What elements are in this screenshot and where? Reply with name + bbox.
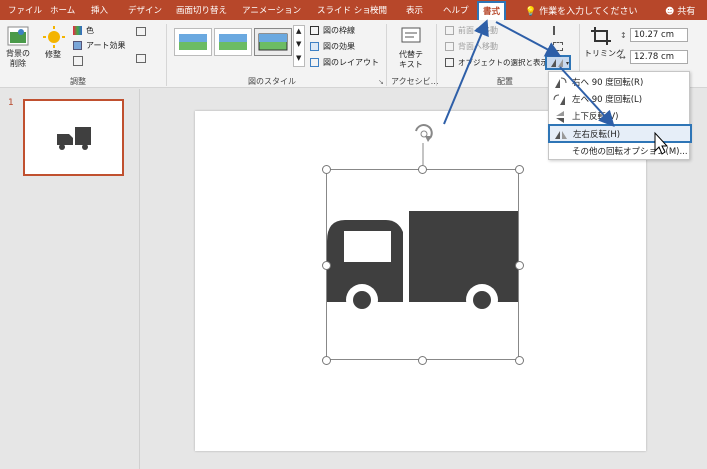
rotate-left-icon xyxy=(553,94,565,105)
resize-handle-s[interactable] xyxy=(418,356,427,365)
resize-handle-nw[interactable] xyxy=(322,165,331,174)
menu-item-label: 右へ 90 度回転(R) xyxy=(572,78,644,88)
resize-handle-se[interactable] xyxy=(515,356,524,365)
selection-frame xyxy=(326,169,519,360)
resize-handle-sw[interactable] xyxy=(322,356,331,365)
resize-handle-w[interactable] xyxy=(322,261,331,270)
resize-handle-ne[interactable] xyxy=(515,165,524,174)
menu-item-flip-horizontal[interactable]: 左右反転(H) xyxy=(548,124,692,143)
rotate-dropdown-menu: 右へ 90 度回転(R) 左へ 90 度回転(L) 上下反転(V) 左右反転(H… xyxy=(548,71,692,161)
rotate-right-icon xyxy=(555,77,567,88)
resize-handle-n[interactable] xyxy=(418,165,427,174)
menu-item-label: 左へ 90 度回転(L) xyxy=(572,95,643,105)
resize-handle-e[interactable] xyxy=(515,261,524,270)
menu-item-label: 左右反転(H) xyxy=(573,130,621,140)
menu-item-rotate-left-90[interactable]: 左へ 90 度回転(L) xyxy=(549,91,689,109)
menu-item-rotate-right-90[interactable]: 右へ 90 度回転(R) xyxy=(549,74,689,92)
menu-item-label: その他の回転オプション(M)... xyxy=(572,147,688,157)
menu-item-more-rotation-options[interactable]: その他の回転オプション(M)... xyxy=(549,143,689,161)
flip-horizontal-icon xyxy=(555,131,567,139)
